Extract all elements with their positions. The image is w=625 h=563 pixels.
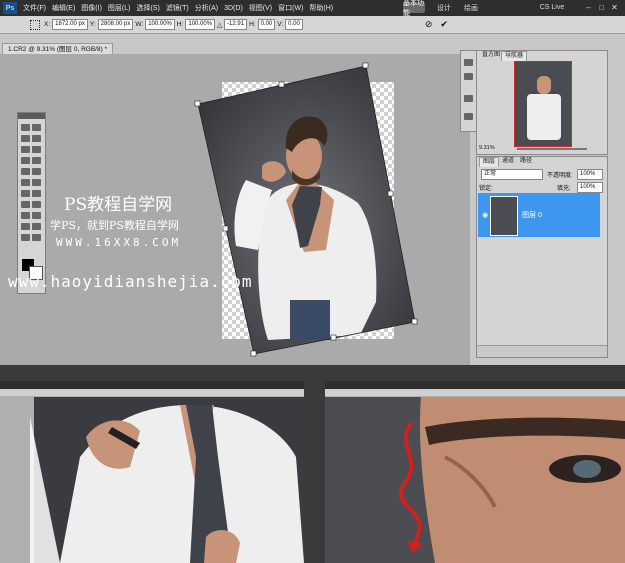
zoom-slider[interactable] xyxy=(517,148,587,150)
move-tool-icon[interactable] xyxy=(21,124,30,131)
type-tool-icon[interactable] xyxy=(32,201,41,208)
navigator-zoom: 9.31% xyxy=(479,145,495,151)
transform-handle[interactable] xyxy=(330,334,337,341)
shape-tool-icon[interactable] xyxy=(32,212,41,219)
lasso-tool-icon[interactable] xyxy=(21,135,30,142)
tab-channels[interactable]: 通道 xyxy=(499,157,517,166)
actions-panel-icon[interactable] xyxy=(464,73,473,80)
maximize-icon[interactable]: □ xyxy=(596,2,607,13)
opacity-field[interactable]: 100% xyxy=(577,169,603,180)
gradient-tool-icon[interactable] xyxy=(32,179,41,186)
3d-camera-tool-icon[interactable] xyxy=(32,223,41,230)
tab-histogram[interactable]: 直方图 xyxy=(479,51,503,60)
transform-handle[interactable] xyxy=(362,62,369,69)
preview-shirt xyxy=(527,94,561,140)
transform-handle[interactable] xyxy=(250,350,257,357)
pen-tool-icon[interactable] xyxy=(21,201,30,208)
minimize-icon[interactable]: – xyxy=(583,2,594,13)
dodge-tool-icon[interactable] xyxy=(32,190,41,197)
transform-handle[interactable] xyxy=(278,81,285,88)
layers-footer xyxy=(477,345,607,357)
hand-tool-icon[interactable] xyxy=(21,234,30,241)
layer-row-layer-0[interactable]: ◉ 图层 0 xyxy=(478,193,600,237)
preview-face xyxy=(537,76,551,94)
watermark-site: www.haoyidianshejia.com xyxy=(8,272,253,291)
path-select-tool-icon[interactable] xyxy=(21,212,30,219)
healing-tool-icon[interactable] xyxy=(21,157,30,164)
cs-live-label: CS Live xyxy=(539,4,565,11)
stamp-tool-icon[interactable] xyxy=(21,168,30,175)
mini-title-bar xyxy=(325,381,625,389)
magic-wand-tool-icon[interactable] xyxy=(32,135,41,142)
transform-handle[interactable] xyxy=(411,318,418,325)
eye-icon[interactable]: ◉ xyxy=(482,211,488,219)
layer-name: 图层 0 xyxy=(522,212,542,219)
transform-handle[interactable] xyxy=(194,100,201,107)
photoshop-window: Ps 文件(F) 编辑(E) 图像(I) 图层(L) 选择(S) 滤镜(T) 分… xyxy=(0,0,625,365)
opacity-label: 不透明度: xyxy=(547,173,573,179)
crop-tool-icon[interactable] xyxy=(21,146,30,153)
transform-handle[interactable] xyxy=(387,190,394,197)
mini-title-bar xyxy=(0,381,304,389)
mini-options-bar xyxy=(325,389,625,396)
blur-tool-icon[interactable] xyxy=(21,190,30,197)
watermark-subtitle: 学PS，就到PS教程自学网 xyxy=(50,219,179,232)
eraser-tool-icon[interactable] xyxy=(21,179,30,186)
tools-panel xyxy=(17,112,46,294)
tab-layers[interactable]: 图层 xyxy=(479,157,500,167)
layer-thumbnail xyxy=(490,196,518,236)
zoom-tool-icon[interactable] xyxy=(32,234,41,241)
lock-label: 锁定: xyxy=(479,186,493,192)
tab-navigator[interactable]: 导航器 xyxy=(501,51,528,61)
blend-mode-select[interactable]: 正常 xyxy=(481,169,543,180)
watermark-url: WWW.16XX8.COM xyxy=(56,236,182,249)
document-canvas[interactable] xyxy=(0,0,470,365)
mini-options-bar xyxy=(0,389,304,396)
history-panel-icon[interactable] xyxy=(464,59,473,66)
brush-tool-icon[interactable] xyxy=(32,157,41,164)
navigator-panel: 直方图 导航器 9.31% xyxy=(476,50,608,155)
tools-panel-header[interactable] xyxy=(18,113,45,119)
detail-photo-right xyxy=(325,397,625,563)
fill-label: 填充: xyxy=(557,186,571,192)
3d-tool-icon[interactable] xyxy=(21,223,30,230)
detail-screenshot-left xyxy=(0,381,304,563)
detail-screenshot-right xyxy=(325,381,625,563)
marquee-tool-icon[interactable] xyxy=(32,124,41,131)
layers-panel: 图层 通道 路径 正常 不透明度: 100% 锁定: 填充: 100% xyxy=(476,156,608,358)
tab-paths[interactable]: 路径 xyxy=(517,157,535,166)
detail-photo-left xyxy=(30,397,304,563)
transform-handle[interactable] xyxy=(222,225,229,232)
panel-icon-strip xyxy=(460,50,477,132)
close-icon[interactable]: ✕ xyxy=(609,2,620,13)
masks-panel-icon[interactable] xyxy=(464,113,473,120)
cs-live-button[interactable]: CS Live xyxy=(530,2,574,13)
navigator-preview[interactable] xyxy=(514,61,572,147)
fill-field[interactable]: 100% xyxy=(577,182,603,193)
watermark-title: PS教程自学网 xyxy=(64,195,173,215)
eyedropper-tool-icon[interactable] xyxy=(32,146,41,153)
history-brush-tool-icon[interactable] xyxy=(32,168,41,175)
adjustments-panel-icon[interactable] xyxy=(464,95,473,102)
